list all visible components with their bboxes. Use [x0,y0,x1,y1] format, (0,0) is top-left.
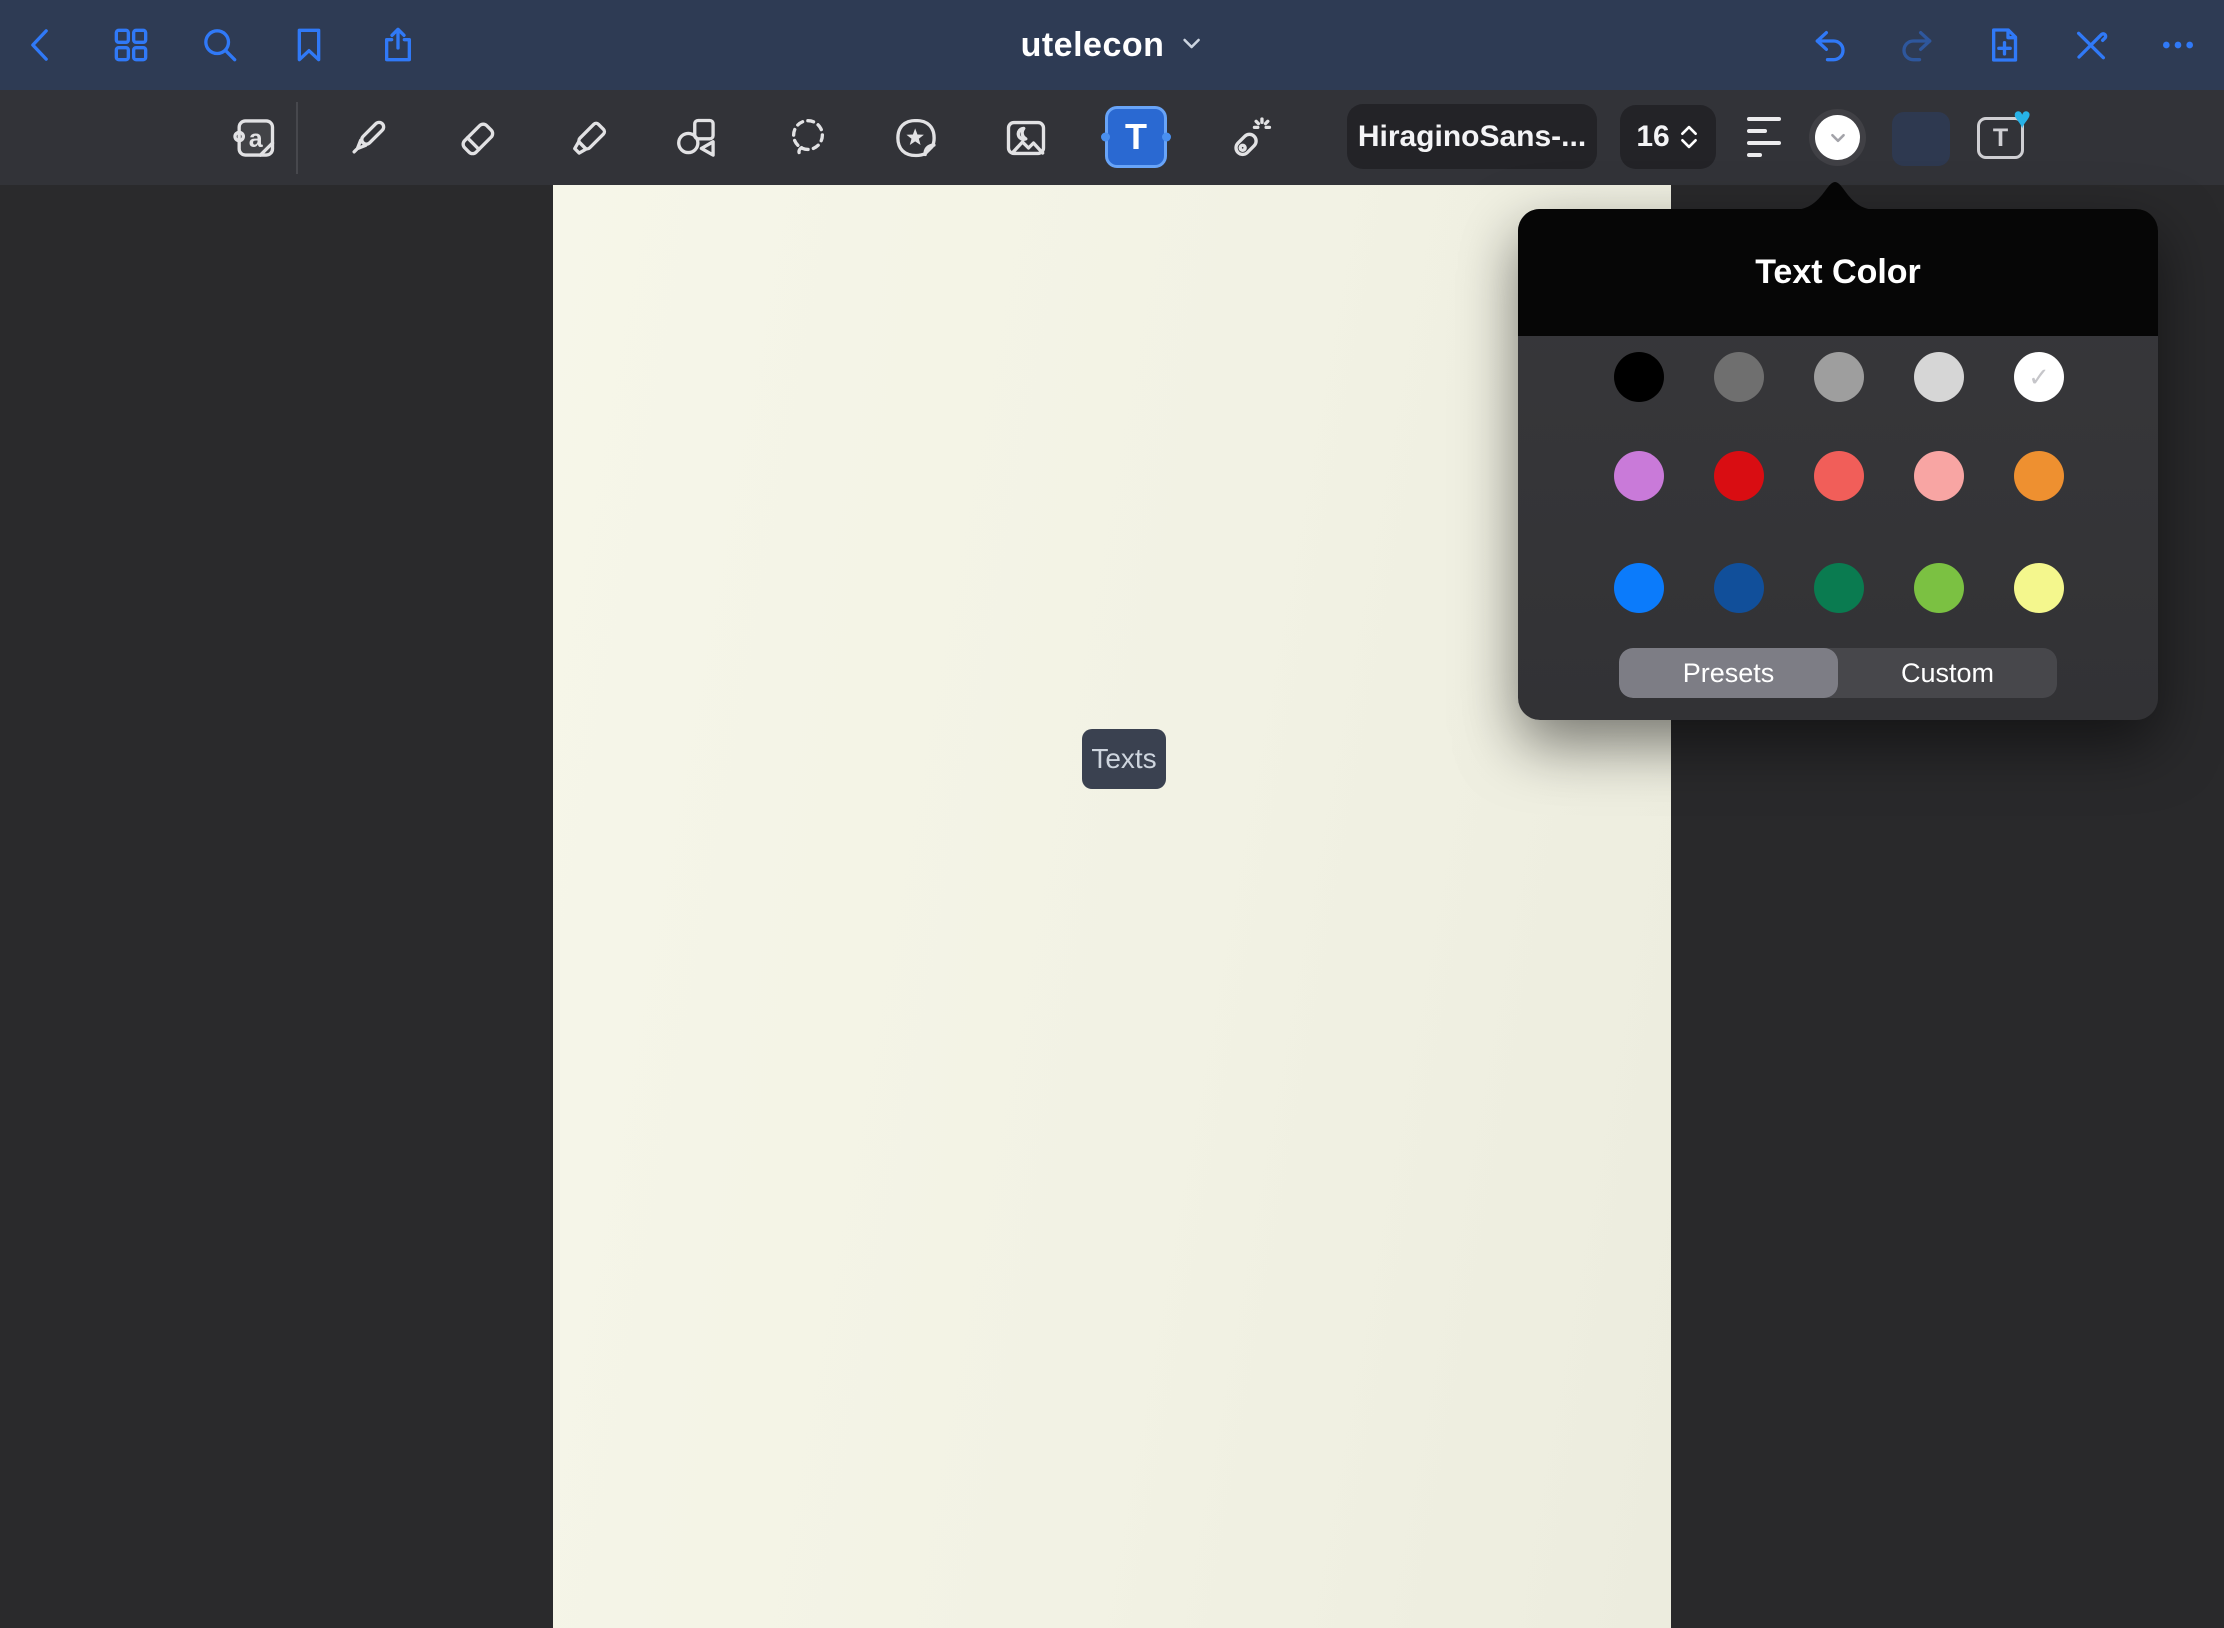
popover-body: ✓ Presets Custom [1518,336,2158,720]
favorite-style-glyph: T [1993,124,2008,153]
popover-title: Text Color [1755,253,1921,292]
tab-presets[interactable]: Presets [1619,648,1838,698]
color-swatch-green[interactable] [1814,563,1864,613]
dimmed-style-button[interactable] [1892,112,1950,166]
shapes-tool-button[interactable] [668,110,724,166]
back-icon [22,25,62,65]
color-swatch-orange[interactable] [2014,451,2064,501]
text-object[interactable]: Texts [1082,729,1166,789]
selection-handle-right [1162,133,1171,142]
image-tool-button[interactable] [998,110,1054,166]
font-family-button[interactable]: HiraginoSans-... [1347,104,1597,169]
pen-icon [343,113,393,163]
presets-custom-segmented-control: Presets Custom [1619,648,2057,698]
document-mode-button[interactable]: a [227,110,283,166]
align-left-icon [1747,117,1781,121]
shapes-icon [671,113,721,163]
share-button[interactable] [376,23,420,67]
back-button[interactable] [20,23,64,67]
highlighter-tool-button[interactable] [560,110,616,166]
toolbar-divider [296,102,298,174]
laser-pointer-tool-button[interactable] [1220,110,1276,166]
color-swatch-yellow[interactable] [2014,563,2064,613]
popover-header: Text Color [1518,209,2158,336]
pen-off-button[interactable] [2069,23,2113,67]
add-page-icon [1984,25,2024,65]
svg-text:a: a [249,125,264,153]
lasso-icon [783,113,833,163]
search-icon [200,25,240,65]
color-swatch-red[interactable] [1714,451,1764,501]
popover-arrow [1793,176,1877,210]
lasso-tool-button[interactable] [780,110,836,166]
laser-pointer-icon [1223,113,1273,163]
color-swatch-navy[interactable] [1714,563,1764,613]
color-swatch-black[interactable] [1614,352,1664,402]
pen-off-icon [2071,25,2111,65]
color-swatch-orchid[interactable] [1614,451,1664,501]
more-icon [2158,25,2198,65]
undo-button[interactable] [1808,23,1852,67]
canvas-left-margin [0,185,553,1628]
add-page-button[interactable] [1982,23,2026,67]
highlighter-icon [563,113,613,163]
text-tool-glyph: T [1125,116,1147,158]
redo-button[interactable] [1895,23,1939,67]
color-swatch-dark-gray[interactable] [1714,352,1764,402]
color-swatch-blue[interactable] [1614,563,1664,613]
heart-icon: ♥ [2013,104,2031,134]
tab-custom-label: Custom [1901,658,1994,689]
goodnotes-app: utelecon [0,0,2224,1628]
tool-bar: a [0,90,2224,185]
share-icon [378,25,418,65]
document-title-button[interactable]: utelecon [1021,0,1204,90]
elements-icon [891,113,941,163]
text-color-popover: Text Color ✓ Presets Custom [1518,209,2158,720]
bookmark-button[interactable] [287,23,331,67]
text-alignment-button[interactable] [1747,117,1781,159]
favorite-text-style-button[interactable]: T ♥ [1977,117,2024,159]
pen-tool-button[interactable] [340,110,396,166]
elements-tool-button[interactable] [888,110,944,166]
tab-custom[interactable]: Custom [1838,648,2057,698]
color-swatch-white[interactable]: ✓ [2014,352,2064,402]
color-swatch-gray[interactable] [1814,352,1864,402]
color-swatch-light-gray[interactable] [1914,352,1964,402]
font-size-value: 16 [1636,120,1669,154]
more-button[interactable] [2156,23,2200,67]
selected-check-icon: ✓ [2014,352,2064,402]
document-title: utelecon [1021,26,1165,65]
notebook-page[interactable] [553,185,1671,1628]
redo-icon [1897,25,1937,65]
document-mode-icon: a [230,113,280,163]
text-color-button[interactable] [1809,109,1866,166]
nav-right-group [1808,0,2200,90]
nav-left-group [20,0,420,90]
top-navigation-bar: utelecon [0,0,2224,90]
tab-presets-label: Presets [1683,658,1775,689]
color-swatch-pink[interactable] [1914,451,1964,501]
color-chevron-down-icon [1829,131,1847,145]
thumbnails-icon [111,25,151,65]
selection-handle-left [1101,133,1110,142]
font-size-stepper-icon [1678,122,1700,152]
eraser-tool-button[interactable] [449,110,505,166]
image-icon [1001,113,1051,163]
text-tool-button-selected[interactable]: T [1105,106,1167,168]
title-chevron-down-icon [1179,31,1203,60]
font-family-label: HiraginoSans-... [1358,120,1586,154]
search-button[interactable] [198,23,242,67]
bookmark-icon [289,25,329,65]
undo-icon [1810,25,1850,65]
thumbnails-button[interactable] [109,23,153,67]
font-size-stepper[interactable]: 16 [1620,105,1716,169]
color-swatch-light-green[interactable] [1914,563,1964,613]
current-color-disc [1815,115,1860,160]
text-object-label: Texts [1091,743,1156,775]
eraser-icon [452,113,502,163]
color-swatch-coral[interactable] [1814,451,1864,501]
